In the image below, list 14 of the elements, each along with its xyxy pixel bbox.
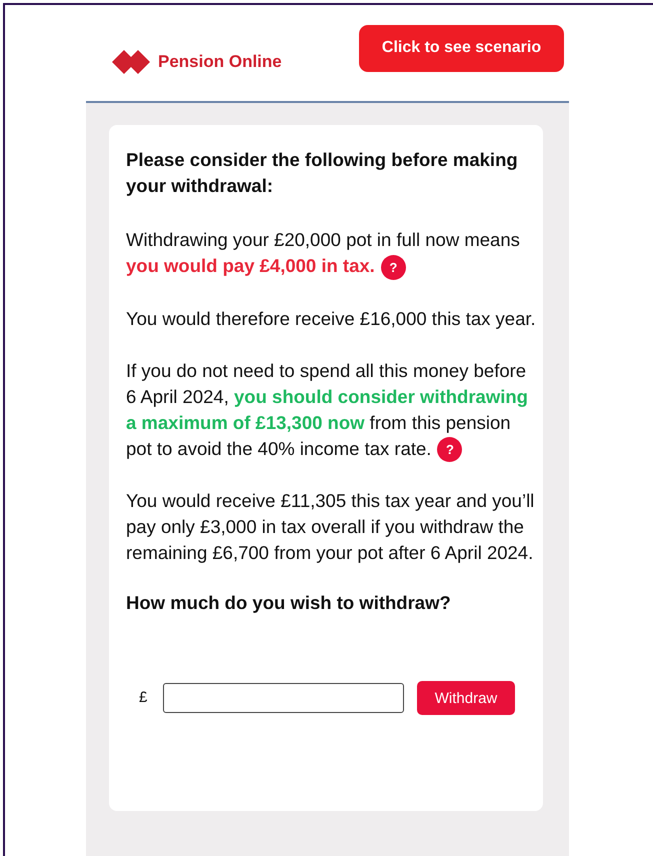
paragraph: If you do not need to spend all this money before 6 April 2024, you should consider withdrawing a maximum of £13,300 now from this pension pot to avoid the 40% income tax rate. ? (126, 358, 536, 462)
help-button[interactable]: ? (437, 437, 462, 462)
amount-input-field[interactable] (163, 683, 404, 714)
paragraph: Withdrawing your £20,000 pot in full now means you would pay £4,000 in tax. ? (126, 227, 536, 280)
paragraph: You would receive £11,305 this tax year and you’ll pay only £3,000 in tax overall if you withdraw the remaining £6,700 from your pot after 6 April 2024. (126, 489, 536, 566)
help-button[interactable]: ? (380, 254, 406, 280)
question: How much do you wish to withdraw? (126, 591, 452, 616)
card-heading: Please consider the following before making your withdrawal: (126, 148, 519, 198)
withdraw-button[interactable]: Withdraw (417, 681, 515, 716)
diamonds-logo-icon (112, 49, 150, 75)
brand-name: Pension Online (158, 52, 282, 72)
paragraph: You would therefore receive £16,000 this tax year. (126, 306, 536, 331)
currency-symbol: £ (139, 688, 148, 708)
scenario-button[interactable]: Click to see scenario (359, 24, 564, 72)
